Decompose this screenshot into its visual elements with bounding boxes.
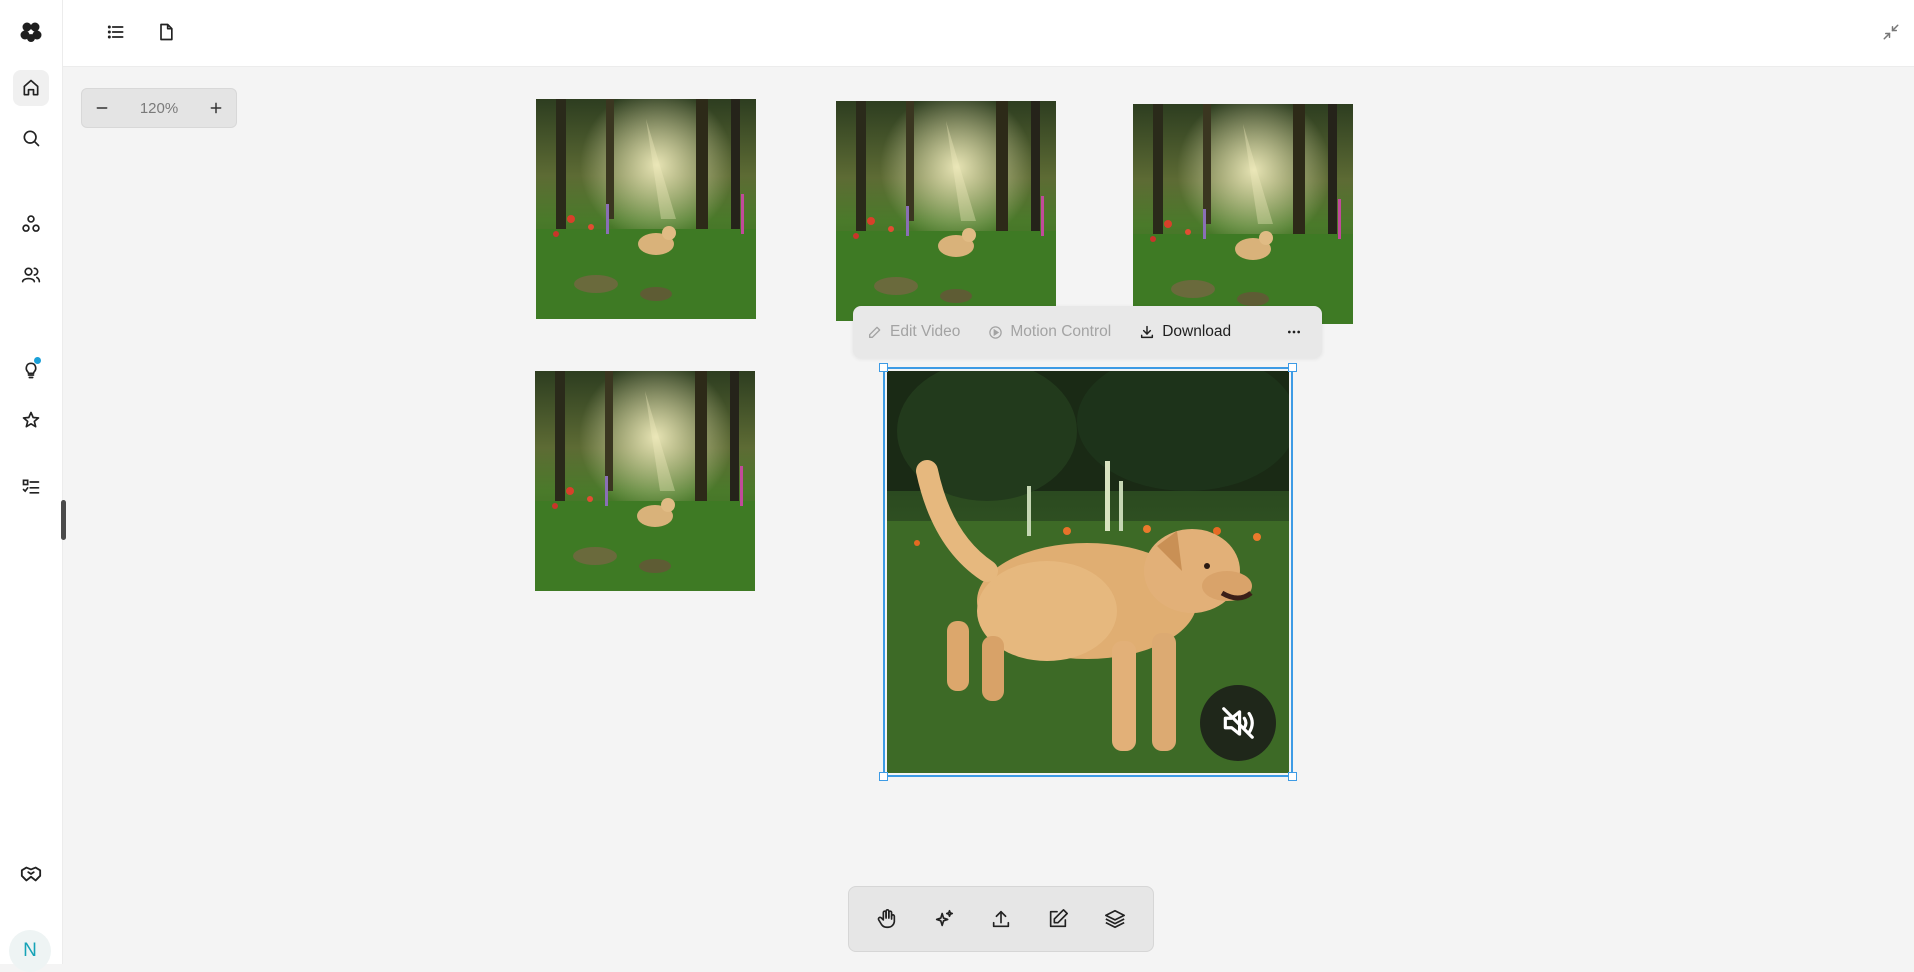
motion-control-label: Motion Control — [1010, 323, 1112, 340]
forest-dog-image-2[interactable] — [836, 101, 1056, 321]
download-label: Download — [1162, 323, 1232, 340]
nodes-icon[interactable] — [13, 206, 49, 242]
resize-handle-top-right[interactable] — [1288, 363, 1297, 372]
more-horizontal-icon[interactable] — [1280, 318, 1308, 346]
bottom-toolbar — [848, 886, 1154, 952]
zoom-control: 120% — [81, 88, 237, 128]
edit-icon — [869, 326, 881, 338]
sparkles-icon[interactable] — [924, 899, 964, 939]
motion-control-button[interactable]: Motion Control — [988, 323, 1111, 341]
selected-video-item[interactable] — [879, 363, 1297, 781]
download-button[interactable]: Download — [1139, 323, 1231, 341]
resize-handle-bottom-right[interactable] — [1288, 772, 1297, 781]
resize-handle-top-left[interactable] — [879, 363, 888, 372]
forest-dog-image-1[interactable] — [536, 99, 756, 319]
search-icon[interactable] — [13, 120, 49, 156]
edit-icon[interactable] — [1038, 899, 1078, 939]
mute-toggle-button[interactable] — [1200, 685, 1276, 761]
zoom-out-button[interactable] — [88, 94, 116, 122]
zoom-level: 120% — [139, 99, 179, 117]
speaker-muted-icon — [1222, 707, 1254, 739]
minus-icon — [96, 107, 108, 109]
resize-handle-bottom-left[interactable] — [879, 772, 888, 781]
download-icon — [1141, 325, 1154, 339]
avatar[interactable]: N — [9, 930, 51, 972]
play-circle-icon — [989, 325, 1003, 339]
plus-icon — [210, 102, 222, 114]
document-icon[interactable] — [148, 14, 184, 50]
flower-logo-icon[interactable] — [13, 14, 49, 50]
edit-video-button[interactable]: Edit Video — [867, 323, 960, 341]
star-icon[interactable] — [13, 402, 49, 438]
zoom-in-button[interactable] — [202, 94, 230, 122]
layers-icon[interactable] — [1095, 899, 1135, 939]
upload-icon[interactable] — [981, 899, 1021, 939]
list-icon[interactable] — [98, 14, 134, 50]
forest-dog-image-3[interactable] — [1133, 104, 1353, 324]
left-rail: N — [0, 0, 63, 972]
top-bar — [63, 0, 1914, 67]
users-icon[interactable] — [13, 257, 49, 293]
notification-dot — [34, 357, 41, 364]
collapse-icon[interactable] — [1873, 14, 1909, 50]
rail-scrollbar[interactable] — [61, 500, 66, 540]
edit-video-label: Edit Video — [890, 323, 961, 340]
hand-icon[interactable] — [867, 899, 907, 939]
lightbulb-icon[interactable] — [13, 352, 49, 388]
checklist-icon[interactable] — [13, 469, 49, 505]
home-icon[interactable] — [13, 70, 49, 106]
video-context-menu: Edit Video Motion Control Download — [853, 306, 1322, 358]
handshake-icon[interactable] — [13, 856, 49, 892]
forest-dog-image-4[interactable] — [535, 371, 755, 591]
